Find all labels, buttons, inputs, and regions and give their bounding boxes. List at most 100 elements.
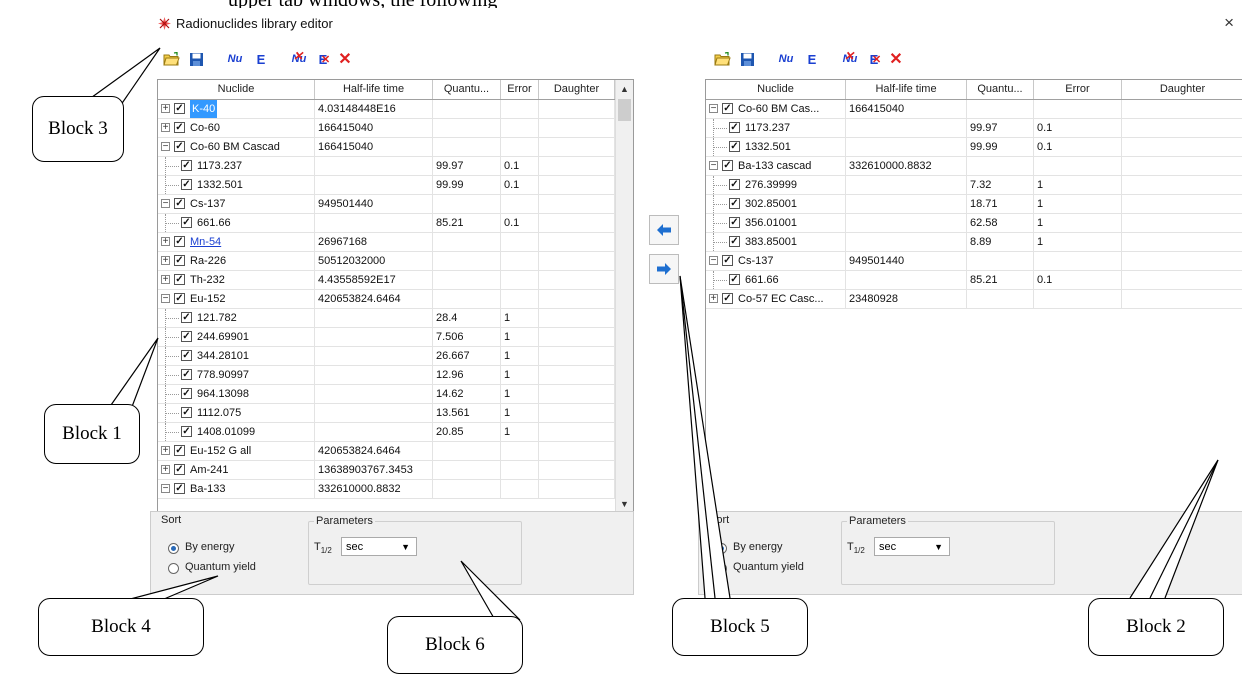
table-row[interactable]: − ✓ Eu-152 420653824.6464 <box>158 290 615 309</box>
nuclide-cell[interactable]: − ✓ Cs-137 <box>158 195 315 213</box>
checkbox-icon[interactable]: ✓ <box>729 236 740 247</box>
checkbox-icon[interactable]: ✓ <box>174 236 185 247</box>
quantum-yield-cell[interactable]: 20.85 <box>433 423 501 441</box>
daughter-cell[interactable] <box>539 442 615 460</box>
quantum-yield-cell[interactable]: 85.21 <box>433 214 501 232</box>
table-row[interactable]: + ✓ K-40 4.03148448E16 <box>158 100 615 119</box>
add-energy-button[interactable]: E <box>801 48 823 70</box>
daughter-cell[interactable] <box>539 195 615 213</box>
error-cell[interactable]: 1 <box>1034 195 1122 213</box>
quantum-yield-cell[interactable] <box>967 252 1034 270</box>
table-row[interactable]: + ✓ Ra-226 50512032000 <box>158 252 615 271</box>
quantum-yield-cell[interactable]: 62.58 <box>967 214 1034 232</box>
nuclide-cell[interactable]: ✓ 1332.501 <box>706 138 846 156</box>
table-row[interactable]: + ✓ Th-232 4.43558592E17 <box>158 271 615 290</box>
table-row[interactable]: ✓ 661.66 85.21 0.1 <box>706 271 1242 290</box>
quantum-yield-cell[interactable] <box>967 100 1034 118</box>
half-life-cell[interactable]: 420653824.6464 <box>315 290 433 308</box>
half-life-cell[interactable] <box>846 138 967 156</box>
quantum-yield-cell[interactable] <box>967 290 1034 308</box>
error-cell[interactable] <box>1034 157 1122 175</box>
col-half-life[interactable]: Half-life time <box>846 80 967 99</box>
collapse-icon[interactable]: − <box>709 161 718 171</box>
checkbox-icon[interactable]: ✓ <box>722 160 733 171</box>
delete-nuclide-button[interactable]: Nu ✕ <box>288 48 310 70</box>
expand-icon[interactable]: + <box>161 104 170 114</box>
nuclide-cell[interactable]: ✓ 778.90997 <box>158 366 315 384</box>
delete-nuclide-button[interactable]: Nu ✕ <box>839 48 861 70</box>
nuclide-cell[interactable]: − ✓ Eu-152 <box>158 290 315 308</box>
quantum-yield-cell[interactable] <box>433 290 501 308</box>
daughter-cell[interactable] <box>1122 176 1242 194</box>
checkbox-icon[interactable]: ✓ <box>181 350 192 361</box>
daughter-cell[interactable] <box>1122 119 1242 137</box>
checkbox-icon[interactable]: ✓ <box>174 445 185 456</box>
table-row[interactable]: ✓ 1332.501 99.99 0.1 <box>158 176 615 195</box>
error-cell[interactable]: 1 <box>501 347 539 365</box>
error-cell[interactable]: 0.1 <box>501 157 539 175</box>
daughter-cell[interactable] <box>1122 271 1242 289</box>
error-cell[interactable] <box>501 233 539 251</box>
checkbox-icon[interactable]: ✓ <box>729 274 740 285</box>
table-row[interactable]: + ✓ Co-60 166415040 <box>158 119 615 138</box>
half-life-cell[interactable]: 50512032000 <box>315 252 433 270</box>
col-daughter[interactable]: Daughter <box>539 80 615 99</box>
daughter-cell[interactable] <box>539 119 615 137</box>
half-life-cell[interactable]: 166415040 <box>315 119 433 137</box>
col-quantum[interactable]: Quantu... <box>967 80 1034 99</box>
checkbox-icon[interactable]: ✓ <box>181 388 192 399</box>
error-cell[interactable]: 0.1 <box>1034 271 1122 289</box>
half-life-cell[interactable] <box>846 233 967 251</box>
expand-icon[interactable]: + <box>161 465 170 475</box>
half-life-cell[interactable]: 166415040 <box>846 100 967 118</box>
daughter-cell[interactable] <box>539 404 615 422</box>
checkbox-icon[interactable]: ✓ <box>181 369 192 380</box>
nuclide-cell[interactable]: − ✓ Ba-133 cascad <box>706 157 846 175</box>
error-cell[interactable]: 1 <box>501 423 539 441</box>
error-cell[interactable] <box>501 119 539 137</box>
open-folder-icon[interactable] <box>160 48 182 70</box>
quantum-yield-cell[interactable] <box>967 157 1034 175</box>
quantum-yield-cell[interactable]: 85.21 <box>967 271 1034 289</box>
daughter-cell[interactable] <box>1122 195 1242 213</box>
nuclide-cell[interactable]: − ✓ Co-60 BM Cas... <box>706 100 846 118</box>
checkbox-icon[interactable]: ✓ <box>174 293 185 304</box>
half-life-cell[interactable] <box>846 214 967 232</box>
sort-quantum-yield-radio[interactable] <box>168 563 179 574</box>
half-life-cell[interactable]: 4.43558592E17 <box>315 271 433 289</box>
delete-button[interactable]: ✕ <box>885 48 907 70</box>
nuclide-cell[interactable]: − ✓ Cs-137 <box>706 252 846 270</box>
daughter-cell[interactable] <box>1122 290 1242 308</box>
daughter-cell[interactable] <box>539 309 615 327</box>
error-cell[interactable] <box>501 252 539 270</box>
right-nuclide-table[interactable]: Nuclide Half-life time Quantu... Error D… <box>705 79 1242 513</box>
nuclide-cell[interactable]: − ✓ Co-60 BM Cascad <box>158 138 315 156</box>
nuclide-cell[interactable]: + ✓ Co-60 <box>158 119 315 137</box>
nuclide-cell[interactable]: ✓ 661.66 <box>706 271 846 289</box>
nuclide-cell[interactable]: ✓ 1408.01099 <box>158 423 315 441</box>
nuclide-cell[interactable]: ✓ 356.01001 <box>706 214 846 232</box>
error-cell[interactable]: 1 <box>1034 176 1122 194</box>
quantum-yield-cell[interactable] <box>433 442 501 460</box>
error-cell[interactable]: 1 <box>501 385 539 403</box>
expand-icon[interactable]: + <box>709 294 718 304</box>
daughter-cell[interactable] <box>539 233 615 251</box>
error-cell[interactable] <box>501 195 539 213</box>
half-life-cell[interactable] <box>315 347 433 365</box>
daughter-cell[interactable] <box>539 138 615 156</box>
checkbox-icon[interactable]: ✓ <box>722 293 733 304</box>
quantum-yield-cell[interactable] <box>433 100 501 118</box>
daughter-cell[interactable] <box>539 385 615 403</box>
error-cell[interactable]: 1 <box>501 404 539 422</box>
checkbox-icon[interactable]: ✓ <box>722 255 733 266</box>
daughter-cell[interactable] <box>539 176 615 194</box>
half-life-unit-select[interactable]: sec ▼ <box>341 537 417 556</box>
checkbox-icon[interactable]: ✓ <box>181 179 192 190</box>
error-cell[interactable]: 0.1 <box>501 214 539 232</box>
nuclide-cell[interactable]: ✓ 244.69901 <box>158 328 315 346</box>
half-life-cell[interactable]: 420653824.6464 <box>315 442 433 460</box>
quantum-yield-cell[interactable] <box>433 271 501 289</box>
nuclide-cell[interactable]: ✓ 1112.075 <box>158 404 315 422</box>
col-daughter[interactable]: Daughter <box>1122 80 1242 99</box>
quantum-yield-cell[interactable] <box>433 119 501 137</box>
